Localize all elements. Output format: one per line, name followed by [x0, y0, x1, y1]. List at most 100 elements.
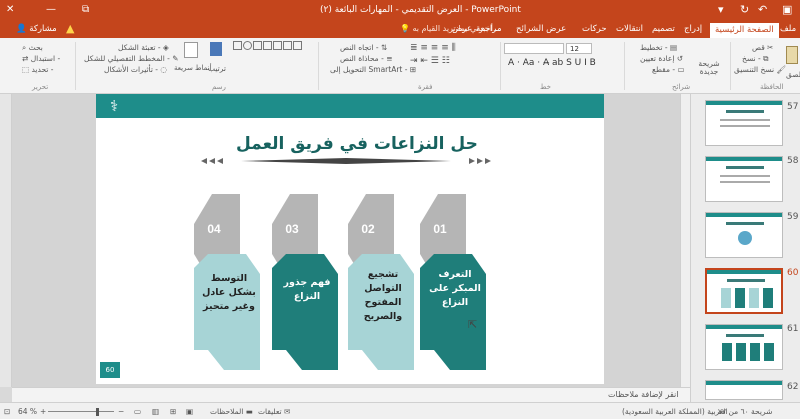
thumb-title: [726, 334, 764, 337]
shape-square-icon[interactable]: [253, 41, 262, 50]
font-size-box[interactable]: 12: [566, 43, 592, 54]
shape-oval-icon[interactable]: [243, 41, 252, 50]
thumb-card: [721, 288, 731, 308]
smartart-button[interactable]: التحويل إلى SmartArt - ⊞: [330, 65, 416, 74]
layout-icon: ▤: [669, 43, 678, 52]
customize-toolbar-icon[interactable]: ▾: [718, 3, 724, 16]
restore-icon[interactable]: ⧉: [82, 4, 89, 15]
shape-triangle-icon[interactable]: [263, 41, 272, 50]
shape-arrow-icon[interactable]: [283, 41, 292, 50]
notes-pane[interactable]: انقر لإضافة ملاحظات: [12, 387, 690, 402]
shape-star-icon[interactable]: [293, 41, 302, 50]
shapes-gallery[interactable]: [232, 40, 314, 76]
slide-thumbnail[interactable]: [705, 156, 783, 202]
notes-button[interactable]: الملاحظات ▬: [210, 407, 253, 416]
replace-button[interactable]: ⇄ استبدال -: [22, 54, 60, 63]
process-card-01[interactable]: 01 التعرف المبكر على النزاع: [420, 194, 486, 370]
thumb-line: [720, 125, 770, 127]
copy-icon: ⧉: [763, 54, 769, 63]
shape-fill-button[interactable]: تعبئة الشكل - ◈: [118, 43, 169, 52]
save-icon[interactable]: ▣: [782, 3, 792, 16]
thumb-line: [720, 175, 770, 177]
tab-home[interactable]: الصفحة الرئيسية: [710, 23, 779, 38]
tab-review[interactable]: مراجعة: [476, 24, 502, 34]
tab-animations[interactable]: حركات: [582, 24, 607, 34]
align-text-button[interactable]: محاذاة النص - ≡: [340, 54, 392, 63]
language-indicator[interactable]: العربية (المملكة العربية السعودية): [622, 407, 728, 416]
vertical-scrollbar[interactable]: [680, 94, 690, 387]
font-name-box[interactable]: [504, 43, 564, 54]
redo-icon[interactable]: ↻: [740, 3, 749, 16]
deco-line: [241, 158, 451, 164]
sorter-view-icon[interactable]: ⊞: [170, 407, 176, 416]
copy-button[interactable]: نسخ - ⧉: [742, 54, 768, 64]
paragraph-align-icons[interactable]: ≣ ≡ ≡ ≡ ⫼: [410, 43, 456, 53]
undo-icon[interactable]: ↶: [758, 3, 767, 16]
slide-thumbnail[interactable]: [705, 100, 783, 146]
editing-group-label: تحرير: [32, 83, 49, 91]
new-slide-button[interactable]: شريحة جديدة: [694, 60, 724, 76]
reading-view-icon[interactable]: ▥: [152, 407, 159, 416]
comments-button[interactable]: تعليقات ✉: [258, 407, 290, 416]
font-format-icons[interactable]: A · Aa · A̶ ab S U I B: [508, 58, 596, 68]
quick-styles-button[interactable]: أنماط سريعة: [174, 64, 212, 72]
process-card-02[interactable]: 02 تشجيع التواصل المفتوح والصريح: [348, 194, 414, 370]
process-card-04[interactable]: 04 التوسط بشكل عادل وغير متحيز: [194, 194, 260, 370]
quick-styles-icon: [184, 42, 198, 58]
reset-button[interactable]: إعادة تعيين ↺: [640, 54, 683, 63]
fit-slide-icon[interactable]: ⊡: [4, 407, 10, 416]
zoom-in-icon[interactable]: +: [40, 407, 46, 416]
list-icons[interactable]: ⇥ ⇤ ☰ ☷: [410, 56, 450, 66]
shape-fill-label: تعبئة الشكل -: [118, 43, 161, 52]
zoom-out-icon[interactable]: −: [118, 407, 124, 416]
ribbon: ⌕ بحث ⇄ استبدال - ⬚ تحديد - تحرير تعبئة …: [0, 38, 800, 94]
tab-insert[interactable]: إدراج: [684, 24, 702, 34]
tab-design[interactable]: تصميم: [652, 24, 675, 34]
zoom-slider-knob[interactable]: [96, 408, 99, 416]
select-icon: ⬚: [22, 65, 30, 74]
cut-button[interactable]: قص ✂: [752, 43, 773, 52]
shape-line-icon[interactable]: [273, 41, 282, 50]
tab-transitions[interactable]: انتقالات: [616, 24, 643, 34]
zoom-level[interactable]: 64 %: [18, 407, 37, 416]
thumb-bar: [706, 157, 782, 161]
pen-icon: ✎: [172, 54, 179, 63]
close-icon[interactable]: ✕: [6, 4, 14, 15]
group-separator: [318, 42, 319, 90]
select-button[interactable]: ⬚ تحديد -: [22, 65, 53, 74]
slide-thumbnail[interactable]: [705, 380, 783, 400]
slideshow-view-icon[interactable]: ▭: [134, 407, 141, 416]
find-button[interactable]: ⌕ بحث: [22, 43, 43, 53]
slide-thumbnail[interactable]: [705, 324, 783, 370]
card-text: تشجيع التواصل المفتوح والصريح: [363, 269, 403, 322]
current-slide[interactable]: ⚕ حل النزاعات في فريق العمل 04 التوسط بش…: [96, 94, 604, 384]
zoom-slider[interactable]: [48, 411, 114, 412]
normal-view-icon[interactable]: ▣: [186, 407, 193, 416]
shape-effects-label: تأثيرات الأشكال -: [104, 65, 159, 74]
deco-arrow: [485, 158, 491, 164]
align-text-icon: ≡: [386, 54, 393, 63]
replace-icon: ⇄: [22, 54, 29, 63]
window-title: العرض التقديمي - المهارات البائعة (٢) - …: [320, 5, 521, 15]
tab-view[interactable]: عرض: [452, 24, 472, 34]
format-painter-button[interactable]: نسخ التنسيق 🖌: [734, 65, 786, 74]
tab-slideshow[interactable]: عرض الشرائح: [516, 24, 566, 34]
shape-rectangle-icon[interactable]: [233, 41, 242, 50]
layout-button[interactable]: تخطيط - ▤: [640, 43, 677, 52]
tab-file[interactable]: ملف: [780, 24, 796, 34]
thumbnail-number: 61: [787, 324, 799, 334]
slide-title[interactable]: حل النزاعات في فريق العمل: [236, 134, 478, 154]
share-button[interactable]: 👤 مشاركة: [16, 24, 57, 34]
shape-effects-button[interactable]: تأثيرات الأشكال - ◌: [104, 65, 167, 74]
slide-thumbnail[interactable]: [705, 212, 783, 258]
shape-outline-button[interactable]: المخطط التفصيلي للشكل - ✎: [84, 54, 179, 63]
process-card-03[interactable]: 03 فهم جذور النزاع: [272, 194, 338, 370]
card-text: التوسط بشكل عادل وغير متحيز: [202, 273, 256, 312]
arrange-button[interactable]: ترتيب: [208, 64, 226, 73]
text-direction-icon: ⇅: [380, 43, 388, 52]
slide-thumbnail-selected[interactable]: [705, 268, 783, 314]
minimize-icon[interactable]: —: [46, 4, 56, 15]
section-button[interactable]: مقطع - ▭: [652, 65, 685, 74]
text-direction-button[interactable]: اتجاه النص - ⇅: [340, 43, 387, 52]
paste-button[interactable]: لصق: [786, 70, 800, 79]
